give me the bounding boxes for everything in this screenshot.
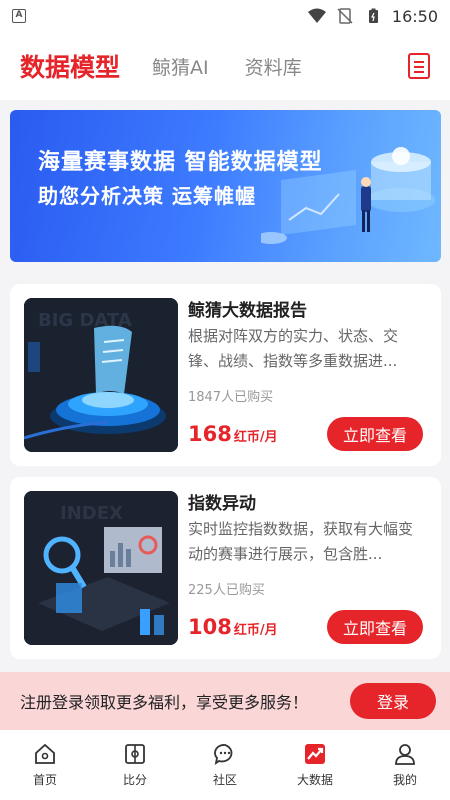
card-buyers-count: 1847人已购买 <box>188 390 274 405</box>
profile-icon <box>395 744 415 765</box>
card-price: 108 红币/月 <box>188 615 278 639</box>
register-prompt-bar: 注册登录领取更多福利，享受更多服务！ 登录 <box>0 672 450 730</box>
top-nav: 数据模型 鲸猜AI 资料库 <box>0 32 450 100</box>
thumb-watermark: INDEX <box>60 503 123 524</box>
index-illustration: INDEX <box>24 491 178 645</box>
card-title: 鲸猜大数据报告 <box>188 301 307 321</box>
wifi-icon <box>307 8 326 23</box>
tab-data-model[interactable]: 数据模型 <box>20 48 120 84</box>
big-data-icon <box>305 744 325 764</box>
battery-icon <box>368 8 378 23</box>
big-data-report-thumbnail: BIG DATA <box>24 298 178 452</box>
card-title: 指数异动 <box>188 494 256 514</box>
card-buyers-count: 225人已购买 <box>188 583 265 598</box>
big-data-illustration: BIG DATA <box>24 298 178 452</box>
nav-item-big-data[interactable]: 大数据 <box>270 730 360 800</box>
nav-label: 大数据 <box>296 773 333 787</box>
index-change-thumbnail: INDEX <box>24 491 178 645</box>
score-icon <box>125 744 145 764</box>
view-now-button[interactable]: 立即查看 <box>327 610 423 644</box>
view-now-button[interactable]: 立即查看 <box>327 417 423 451</box>
status-time: 16:50 <box>391 6 438 26</box>
tab-library[interactable]: 资料库 <box>245 53 302 80</box>
product-card[interactable]: BIG DATA 鲸猜大数据报告 根据对阵双方的实力、状态、交锋、战绩、指数等多… <box>10 284 441 466</box>
price-amount: 108 <box>188 615 232 639</box>
card-description: 根据对阵双方的实力、状态、交锋、战绩、指数等多重数据进... <box>188 327 399 370</box>
status-bar: A 16:50 <box>0 0 450 32</box>
bottom-nav: 首页 比分 社区 大数据 我的 <box>0 730 450 800</box>
banner-subline: 助您分析决策 运筹帷幄 <box>38 184 256 208</box>
login-button[interactable]: 登录 <box>350 683 436 719</box>
price-unit: 红币/月 <box>233 623 278 638</box>
card-price: 168 红币/月 <box>188 422 278 446</box>
price-unit: 红币/月 <box>233 430 278 445</box>
nav-label: 社区 <box>212 773 237 787</box>
nav-item-profile[interactable]: 我的 <box>360 730 450 800</box>
nav-item-community[interactable]: 社区 <box>180 730 270 800</box>
banner-illustration <box>261 147 435 244</box>
nav-item-home[interactable]: 首页 <box>0 730 90 800</box>
chat-icon <box>214 744 233 765</box>
document-list-icon[interactable] <box>408 53 430 79</box>
tab-whale-ai[interactable]: 鲸猜AI <box>152 53 209 80</box>
register-prompt-text: 注册登录领取更多福利，享受更多服务！ <box>20 693 309 712</box>
price-amount: 168 <box>188 422 232 446</box>
nav-label: 比分 <box>122 773 147 787</box>
no-sim-icon <box>337 8 353 24</box>
nav-label: 首页 <box>32 773 57 787</box>
product-card[interactable]: INDEX 指数异动 实时监控指数数据，获取有大幅变动的赛事进行展示，包含胜..… <box>10 477 441 659</box>
card-description: 实时监控指数数据，获取有大幅变动的赛事进行展示，包含胜... <box>188 520 414 563</box>
home-icon <box>35 743 55 764</box>
nav-item-score[interactable]: 比分 <box>90 730 180 800</box>
nav-label: 我的 <box>392 773 417 787</box>
promo-banner[interactable]: 海量赛事数据 智能数据模型 助您分析决策 运筹帷幄 <box>10 110 441 262</box>
app-badge-icon: A <box>12 9 26 23</box>
